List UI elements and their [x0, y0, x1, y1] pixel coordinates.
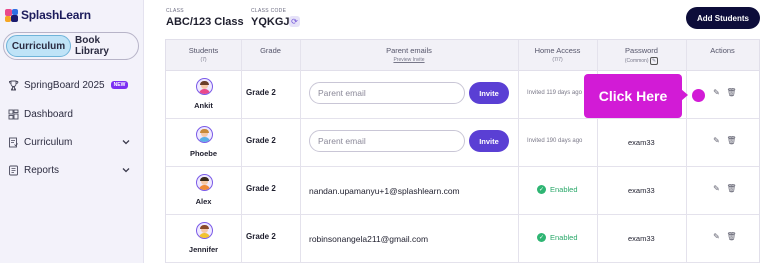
delete-icon[interactable]: 🗑 [726, 136, 736, 145]
check-icon: ✓ [537, 185, 546, 194]
sidebar-item-label: Curriculum [24, 136, 73, 148]
preview-invite-link[interactable]: Preview Invite [300, 57, 518, 63]
sidebar: SplashLearn Curriculum Book Library Spri… [0, 0, 144, 263]
delete-icon[interactable]: 🗑 [726, 184, 736, 193]
home-access-status: ✓ Enabled [537, 185, 578, 194]
avatar [196, 126, 213, 143]
avatar [196, 174, 213, 191]
check-icon: ✓ [537, 233, 546, 242]
student-name[interactable]: Phoebe [166, 149, 241, 158]
student-grade: Grade 2 [246, 136, 276, 145]
header-home-access: Home Access (7/7) [518, 46, 597, 63]
add-students-button[interactable]: Add Students [686, 7, 760, 29]
new-badge: NEW [110, 81, 129, 89]
trophy-icon [8, 80, 19, 91]
header-grade: Grade [260, 46, 281, 55]
tooltip-arrow [681, 89, 688, 101]
invite-status: Invited 190 days ago [527, 138, 583, 144]
library-toggle: Curriculum Book Library [3, 32, 139, 60]
student-name[interactable]: Ankit [166, 101, 241, 110]
curriculum-icon [8, 137, 19, 148]
invite-status: Invited 119 days ago [527, 90, 582, 96]
segment-book-library[interactable]: Book Library [75, 35, 136, 57]
table-row: Jennifer Grade 2 robinsonangela211@gmail… [166, 215, 759, 263]
delete-icon[interactable]: 🗑 [726, 88, 736, 97]
parent-email-input[interactable]: Parent email [309, 130, 465, 152]
class-code: YQKGJI [251, 16, 293, 28]
class-name: ABC/123 Class [166, 16, 244, 28]
click-here-tooltip: Click Here [584, 74, 682, 118]
edit-icon[interactable]: ✎ [712, 88, 721, 97]
student-password: exam33 [628, 186, 655, 195]
table-row: Phoebe Grade 2 Parent email Invite Invit… [166, 119, 759, 167]
logo-text: SplashLearn [21, 8, 91, 22]
header-password: Password (Common) ✎ [597, 46, 686, 65]
avatar [196, 222, 213, 239]
table-row: Alex Grade 2 nandan.upamanyu+1@splashlea… [166, 167, 759, 215]
edit-password-icon[interactable]: ✎ [649, 57, 659, 65]
segment-curriculum[interactable]: Curriculum [6, 35, 71, 57]
sidebar-item-label: Reports [24, 164, 60, 176]
student-grade: Grade 2 [246, 88, 276, 97]
header-actions: Actions [710, 46, 735, 55]
home-access-count: (7/7) [552, 57, 563, 63]
students-count: (7) [200, 57, 207, 63]
invite-button[interactable]: Invite [469, 130, 509, 152]
edit-icon[interactable]: ✎ [712, 232, 721, 241]
parent-email: robinsonangela211@gmail.com [309, 234, 429, 244]
student-password: exam33 [628, 138, 655, 147]
student-name[interactable]: Alex [166, 197, 241, 206]
chevron-down-icon[interactable] [120, 136, 132, 148]
sidebar-item-curriculum[interactable]: Curriculum [8, 133, 136, 151]
class-label: CLASS [166, 8, 184, 14]
sidebar-item-dashboard[interactable]: Dashboard [8, 105, 136, 123]
copy-code-icon[interactable]: ⟳ [289, 16, 300, 27]
password-common: (Common) ✎ [624, 57, 659, 65]
sidebar-item-springboard[interactable]: SpringBoard 2025 NEW [8, 76, 136, 94]
chevron-down-icon[interactable] [120, 164, 132, 176]
parent-email-input[interactable]: Parent email [309, 82, 465, 104]
header-students: Students (7) [166, 46, 241, 63]
reports-icon [8, 165, 19, 176]
logo-icon [5, 8, 18, 22]
student-grade: Grade 2 [246, 184, 276, 193]
dashboard-icon [8, 109, 19, 120]
sidebar-item-reports[interactable]: Reports [8, 161, 136, 179]
class-code-label: CLASS CODE [251, 8, 287, 14]
student-name[interactable]: Jennifer [166, 245, 241, 254]
click-target-dot [692, 89, 705, 102]
sidebar-item-label: SpringBoard 2025 [24, 79, 105, 91]
splashlearn-logo[interactable]: SplashLearn [5, 8, 91, 22]
invite-button[interactable]: Invite [469, 82, 509, 104]
delete-icon[interactable]: 🗑 [726, 232, 736, 241]
edit-icon[interactable]: ✎ [712, 184, 721, 193]
home-access-status: ✓ Enabled [537, 233, 578, 242]
header-parent-emails: Parent emails Preview Invite [300, 46, 518, 63]
edit-icon[interactable]: ✎ [712, 136, 721, 145]
parent-email: nandan.upamanyu+1@splashlearn.com [309, 186, 460, 196]
students-table: Students (7) Grade Parent emails Preview… [165, 39, 760, 263]
student-grade: Grade 2 [246, 232, 276, 241]
sidebar-item-label: Dashboard [24, 108, 73, 120]
avatar [196, 78, 213, 95]
student-password: exam33 [628, 234, 655, 243]
